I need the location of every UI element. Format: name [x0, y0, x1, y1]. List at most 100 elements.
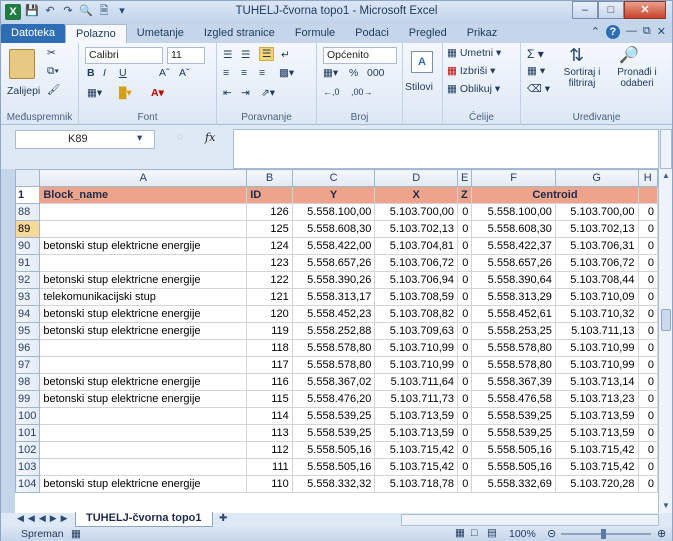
fill-color-icon[interactable]: █▾: [119, 87, 132, 99]
cell-f[interactable]: 5.558.253,25: [471, 322, 556, 340]
cell-g[interactable]: 5.103.713,59: [554, 407, 639, 425]
macro-recording-icon[interactable]: ▦: [71, 528, 81, 540]
tab-review[interactable]: Pregled: [399, 24, 457, 43]
row-header[interactable]: 95: [15, 322, 41, 340]
cell-e[interactable]: 0: [457, 475, 473, 493]
cell-b[interactable]: 126: [246, 203, 293, 221]
cell-a[interactable]: telekomunikacijski stup: [39, 288, 248, 306]
cell-b[interactable]: 113: [246, 424, 293, 442]
align-top-icon[interactable]: ☰: [223, 49, 232, 61]
row-header[interactable]: 92: [15, 271, 41, 289]
row-header[interactable]: 91: [15, 254, 41, 272]
cell-b[interactable]: 122: [246, 271, 293, 289]
styles-icon[interactable]: A: [411, 51, 433, 73]
cell-h[interactable]: 0: [637, 390, 658, 408]
row-header[interactable]: 98: [15, 373, 41, 391]
cell-e[interactable]: 0: [457, 339, 473, 357]
cell-b[interactable]: 114: [246, 407, 293, 425]
cell-h[interactable]: 0: [637, 441, 658, 459]
format-cells-button[interactable]: ▦ Oblikuj ▾: [447, 83, 500, 95]
cell-a[interactable]: [39, 441, 248, 459]
cell-e[interactable]: 0: [457, 322, 473, 340]
cell-c[interactable]: 5.558.505,16: [291, 441, 376, 459]
row-header[interactable]: 104: [15, 475, 41, 493]
formula-input[interactable]: [233, 129, 659, 169]
cell-h[interactable]: 0: [637, 475, 658, 493]
normal-view-icon[interactable]: ▦: [455, 527, 465, 539]
cell-b[interactable]: 115: [246, 390, 293, 408]
name-box[interactable]: K89: [15, 130, 155, 149]
worksheet-grid[interactable]: A B C D E F G H 1 Block_name ID Y X Z Ce…: [15, 169, 658, 513]
cell-f[interactable]: 5.558.578,80: [471, 356, 556, 374]
cell-f[interactable]: 5.558.476,58: [471, 390, 556, 408]
font-size-combo[interactable]: 11: [167, 47, 205, 64]
delete-cells-button[interactable]: ▦ Izbriši ▾: [447, 65, 495, 77]
paste-button[interactable]: Zalijepi: [7, 85, 40, 97]
align-middle-icon[interactable]: ☰: [241, 49, 250, 61]
decrease-decimal-icon[interactable]: ,00→: [351, 87, 373, 97]
cell-b[interactable]: 125: [246, 220, 293, 238]
number-format-combo[interactable]: Općenito: [323, 47, 397, 64]
cell-c[interactable]: 5.558.578,80: [291, 356, 376, 374]
increase-decimal-icon[interactable]: ←,0: [323, 87, 340, 97]
horizontal-scrollbar[interactable]: [401, 514, 659, 526]
cell-e[interactable]: 0: [457, 407, 473, 425]
cell-d[interactable]: 5.103.700,00: [374, 203, 459, 221]
cell-h[interactable]: 0: [637, 322, 658, 340]
cell-e[interactable]: 0: [457, 356, 473, 374]
cell-b[interactable]: 117: [246, 356, 293, 374]
cell-c[interactable]: 5.558.390,26: [291, 271, 376, 289]
cell-b[interactable]: 124: [246, 237, 293, 255]
column-header-g[interactable]: G: [554, 169, 639, 187]
column-header-d[interactable]: D: [374, 169, 459, 187]
cell-y-header[interactable]: Y: [291, 186, 376, 204]
cell-d[interactable]: 5.103.715,42: [374, 441, 459, 459]
zoom-in-icon[interactable]: ⊕: [657, 527, 666, 541]
shrink-font-icon[interactable]: Aˇ: [179, 67, 190, 79]
cell-g[interactable]: 5.103.706,72: [554, 254, 639, 272]
cell-c[interactable]: 5.558.452,23: [291, 305, 376, 323]
cell-h[interactable]: 0: [637, 458, 658, 476]
cell-d[interactable]: 5.103.713,59: [374, 424, 459, 442]
cell-h[interactable]: 0: [637, 339, 658, 357]
cell-b[interactable]: 110: [246, 475, 293, 493]
row-header[interactable]: 94: [15, 305, 41, 323]
italic-icon[interactable]: I: [103, 67, 106, 79]
sort-filter-icon[interactable]: ⇅: [569, 45, 584, 66]
cell-e[interactable]: 0: [457, 237, 473, 255]
cell-b[interactable]: 123: [246, 254, 293, 272]
cell-a[interactable]: [39, 407, 248, 425]
row-header[interactable]: 101: [15, 424, 41, 442]
cell-c[interactable]: 5.558.657,26: [291, 254, 376, 272]
cell-e[interactable]: 0: [457, 203, 473, 221]
cell-d[interactable]: 5.103.715,42: [374, 458, 459, 476]
cell-e[interactable]: 0: [457, 254, 473, 272]
row-header[interactable]: 93: [15, 288, 41, 306]
zoom-slider[interactable]: [561, 533, 651, 535]
percent-icon[interactable]: %: [349, 67, 358, 79]
bold-icon[interactable]: B: [87, 67, 95, 79]
cell-d[interactable]: 5.103.711,73: [374, 390, 459, 408]
cell-h[interactable]: 0: [637, 288, 658, 306]
fill-icon[interactable]: ▦ ▾: [527, 65, 545, 77]
workbook-restore-icon[interactable]: ⧉: [643, 25, 651, 39]
column-header-f[interactable]: F: [471, 169, 556, 187]
cell-c[interactable]: 5.558.578,80: [291, 339, 376, 357]
maximize-button[interactable]: □: [598, 1, 624, 19]
row-header[interactable]: 103: [15, 458, 41, 476]
currency-icon[interactable]: ▦▾: [323, 67, 338, 79]
cell-d[interactable]: 5.103.704,81: [374, 237, 459, 255]
cell-f[interactable]: 5.558.505,16: [471, 441, 556, 459]
cell-h[interactable]: 0: [637, 271, 658, 289]
merge-center-icon[interactable]: ▩▾: [279, 67, 294, 79]
cell-g[interactable]: 5.103.708,44: [554, 271, 639, 289]
row-header[interactable]: 100: [15, 407, 41, 425]
zoom-out-icon[interactable]: ⊝: [547, 527, 556, 541]
cell-g[interactable]: 5.103.713,14: [554, 373, 639, 391]
cell-f[interactable]: 5.558.332,69: [471, 475, 556, 493]
row-header[interactable]: 96: [15, 339, 41, 357]
row-header[interactable]: 88: [15, 203, 41, 221]
cell-a[interactable]: betonski stup elektricne energije: [39, 373, 248, 391]
thousands-icon[interactable]: 000: [367, 67, 385, 79]
cell-d[interactable]: 5.103.706,72: [374, 254, 459, 272]
